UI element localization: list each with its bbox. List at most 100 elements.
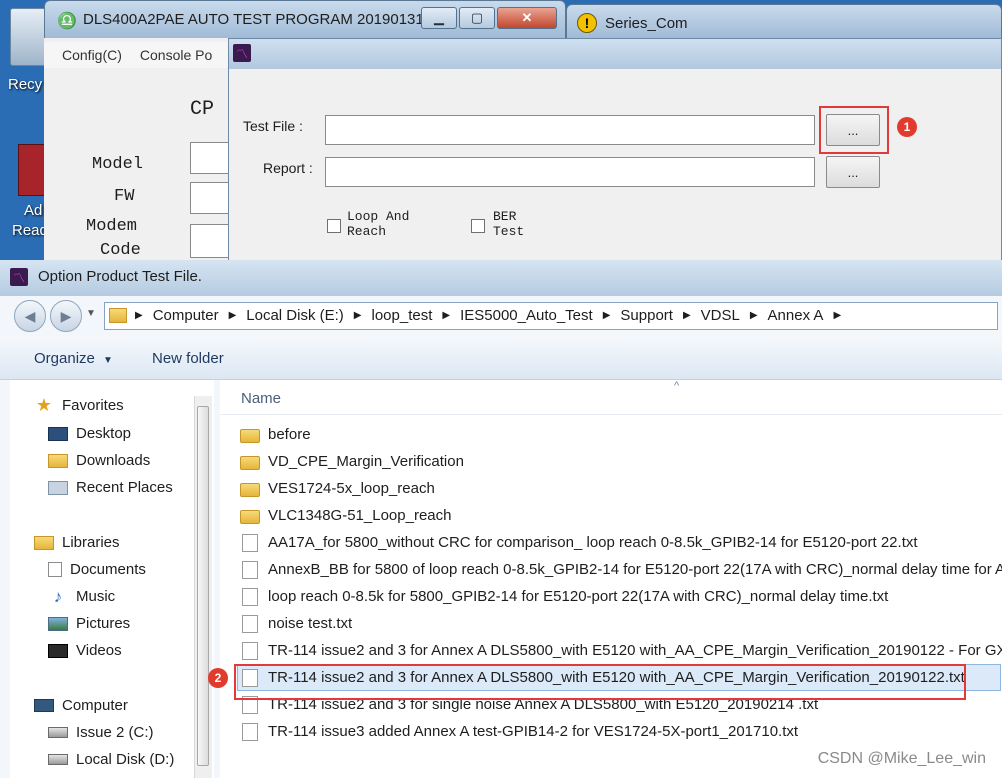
- list-item[interactable]: VLC1348G-51_Loop_reach: [240, 502, 451, 529]
- breadcrumb-separator-icon[interactable]: ▶: [833, 310, 841, 321]
- list-item[interactable]: TR-114 issue3 added Annex A test-GPIB14-…: [240, 718, 798, 745]
- breadcrumb-item[interactable]: Local Disk (E:): [246, 307, 344, 324]
- recent-dropdown-icon[interactable]: ▼: [86, 308, 96, 319]
- app-logo-icon: ♎: [57, 13, 77, 30]
- text-file-icon: [242, 533, 258, 552]
- new-folder-button[interactable]: New folder: [152, 350, 224, 367]
- nav-drive-c[interactable]: Issue 2 (C:): [48, 719, 154, 746]
- test-dialog-titlebar[interactable]: 〽: [229, 39, 1001, 69]
- list-item[interactable]: loop reach 0-8.5k for 5800_GPIB2-14 for …: [240, 583, 888, 610]
- maximize-button[interactable]: ▢: [459, 7, 495, 29]
- chart-app-icon: 〽: [233, 44, 251, 62]
- item-name: VLC1348G-51_Loop_reach: [268, 507, 452, 524]
- breadcrumb-item[interactable]: VDSL: [701, 307, 740, 324]
- text-file-icon: [242, 722, 258, 741]
- nav-label: Issue 2 (C:): [76, 724, 154, 741]
- chart-app-icon: 〽: [10, 268, 28, 286]
- menu-console[interactable]: Console Po: [140, 47, 212, 63]
- forward-button[interactable]: ▶: [50, 300, 82, 332]
- item-name: VES1724-5x_loop_reach: [268, 480, 435, 497]
- breadcrumb-separator-icon[interactable]: ▶: [683, 310, 691, 321]
- test-file-dialog: 〽 Test File : ... 1 Report : ... Loop An…: [228, 38, 1002, 264]
- breadcrumb-separator-icon[interactable]: ▶: [603, 310, 611, 321]
- model-field[interactable]: [190, 142, 230, 174]
- step-badge-2: 2: [208, 668, 228, 688]
- breadcrumb-item[interactable]: loop_test: [372, 307, 433, 324]
- downloads-icon: [48, 453, 68, 468]
- modem-code-field[interactable]: [190, 224, 230, 258]
- scrollbar-thumb[interactable]: [197, 406, 209, 766]
- nav-label: Computer: [62, 697, 128, 714]
- test-file-input[interactable]: [325, 115, 815, 145]
- organize-label: Organize: [34, 350, 95, 367]
- list-item[interactable]: TR-114 issue2 and 3 for Annex A DLS5800_…: [240, 637, 1002, 664]
- ber-test-checkbox[interactable]: [471, 219, 485, 233]
- breadcrumb-separator-icon[interactable]: ▶: [354, 310, 362, 321]
- menu-config[interactable]: Config(C): [62, 47, 122, 63]
- series-window-titlebar[interactable]: ! Series_Com: [566, 4, 1002, 40]
- nav-recent-places[interactable]: Recent Places: [48, 474, 173, 501]
- nav-label: Videos: [76, 642, 122, 659]
- file-list: ^ Name before VD_CPE_Margin_Verification…: [220, 380, 1002, 778]
- step-badge-1: 1: [897, 117, 917, 137]
- list-item[interactable]: AA17A_for 5800_without CRC for compariso…: [240, 529, 918, 556]
- breadcrumb-separator-icon[interactable]: ▶: [442, 310, 450, 321]
- address-bar[interactable]: ▶ Computer ▶ Local Disk (E:) ▶ loop_test…: [104, 302, 998, 330]
- organize-button[interactable]: Organize ▼: [34, 350, 113, 367]
- ber-test-label-1: BER: [493, 209, 517, 224]
- breadcrumb-item[interactable]: Computer: [153, 307, 219, 324]
- item-name: noise test.txt: [268, 615, 353, 632]
- list-item[interactable]: noise test.txt: [240, 610, 352, 637]
- file-dialog-title: Option Product Test File.: [38, 268, 202, 285]
- nav-scrollbar[interactable]: [194, 396, 212, 778]
- breadcrumb-item[interactable]: IES5000_Auto_Test: [460, 307, 593, 324]
- report-browse-button[interactable]: ...: [826, 156, 880, 188]
- report-input[interactable]: [325, 157, 815, 187]
- column-header-name[interactable]: Name: [241, 390, 281, 407]
- breadcrumb: ▶ Computer ▶ Local Disk (E:) ▶ loop_test…: [135, 307, 841, 324]
- item-name: loop reach 0-8.5k for 5800_GPIB2-14 for …: [268, 588, 889, 605]
- item-name: VD_CPE_Margin_Verification: [268, 453, 464, 470]
- nav-music[interactable]: ♪ Music: [48, 583, 115, 610]
- nav-label: Desktop: [76, 425, 132, 442]
- breadcrumb-item[interactable]: Annex A: [768, 307, 824, 324]
- breadcrumb-separator-icon[interactable]: ▶: [750, 310, 758, 321]
- nav-favorites[interactable]: ★ Favorites: [34, 392, 124, 419]
- nav-desktop[interactable]: Desktop: [48, 420, 131, 447]
- list-item[interactable]: VD_CPE_Margin_Verification: [240, 448, 464, 475]
- text-file-icon: [242, 587, 258, 606]
- folder-icon: [240, 428, 260, 443]
- nav-label: Favorites: [62, 397, 124, 414]
- series-window-title: Series_Com: [605, 15, 688, 32]
- item-name: TR-114 issue3 added Annex A test-GPIB14-…: [268, 723, 799, 740]
- close-button[interactable]: ✕: [497, 7, 557, 29]
- nav-pictures[interactable]: Pictures: [48, 610, 130, 637]
- list-item[interactable]: before: [240, 421, 311, 448]
- nav-videos[interactable]: Videos: [48, 637, 122, 664]
- file-dialog-titlebar[interactable]: 〽 Option Product Test File.: [0, 260, 1002, 296]
- file-open-dialog: 〽 Option Product Test File. ◀ ▶ ▼ ▶ Comp…: [0, 260, 1002, 778]
- breadcrumb-separator-icon[interactable]: ▶: [229, 310, 237, 321]
- nav-drive-d[interactable]: Local Disk (D:): [48, 746, 174, 773]
- highlight-file-box: [234, 664, 966, 700]
- nav-libraries[interactable]: Libraries: [34, 529, 120, 556]
- item-name: before: [268, 426, 311, 443]
- nav-computer[interactable]: Computer: [34, 692, 128, 719]
- list-item[interactable]: VES1724-5x_loop_reach: [240, 475, 435, 502]
- nav-documents[interactable]: Documents: [48, 556, 146, 583]
- nav-downloads[interactable]: Downloads: [48, 447, 150, 474]
- dls-window-titlebar[interactable]: ♎ DLS400A2PAE AUTO TEST PROGRAM 20190131…: [44, 0, 566, 40]
- list-item[interactable]: AnnexB_BB for 5800 of loop reach 0-8.5k_…: [240, 556, 1002, 583]
- loop-reach-checkbox[interactable]: [327, 219, 341, 233]
- item-name: AA17A_for 5800_without CRC for compariso…: [268, 534, 918, 551]
- recycle-bin-label: Recy: [8, 76, 43, 93]
- recycle-bin-icon[interactable]: [10, 8, 46, 66]
- star-icon: ★: [35, 395, 53, 415]
- fw-field[interactable]: [190, 182, 230, 214]
- code-label: Code: [100, 241, 141, 260]
- dls-window-title: DLS400A2PAE AUTO TEST PROGRAM 20190131: [83, 11, 424, 28]
- test-file-browse-button[interactable]: ...: [826, 114, 880, 146]
- breadcrumb-item[interactable]: Support: [620, 307, 673, 324]
- minimize-button[interactable]: ▁: [421, 7, 457, 29]
- back-button[interactable]: ◀: [14, 300, 46, 332]
